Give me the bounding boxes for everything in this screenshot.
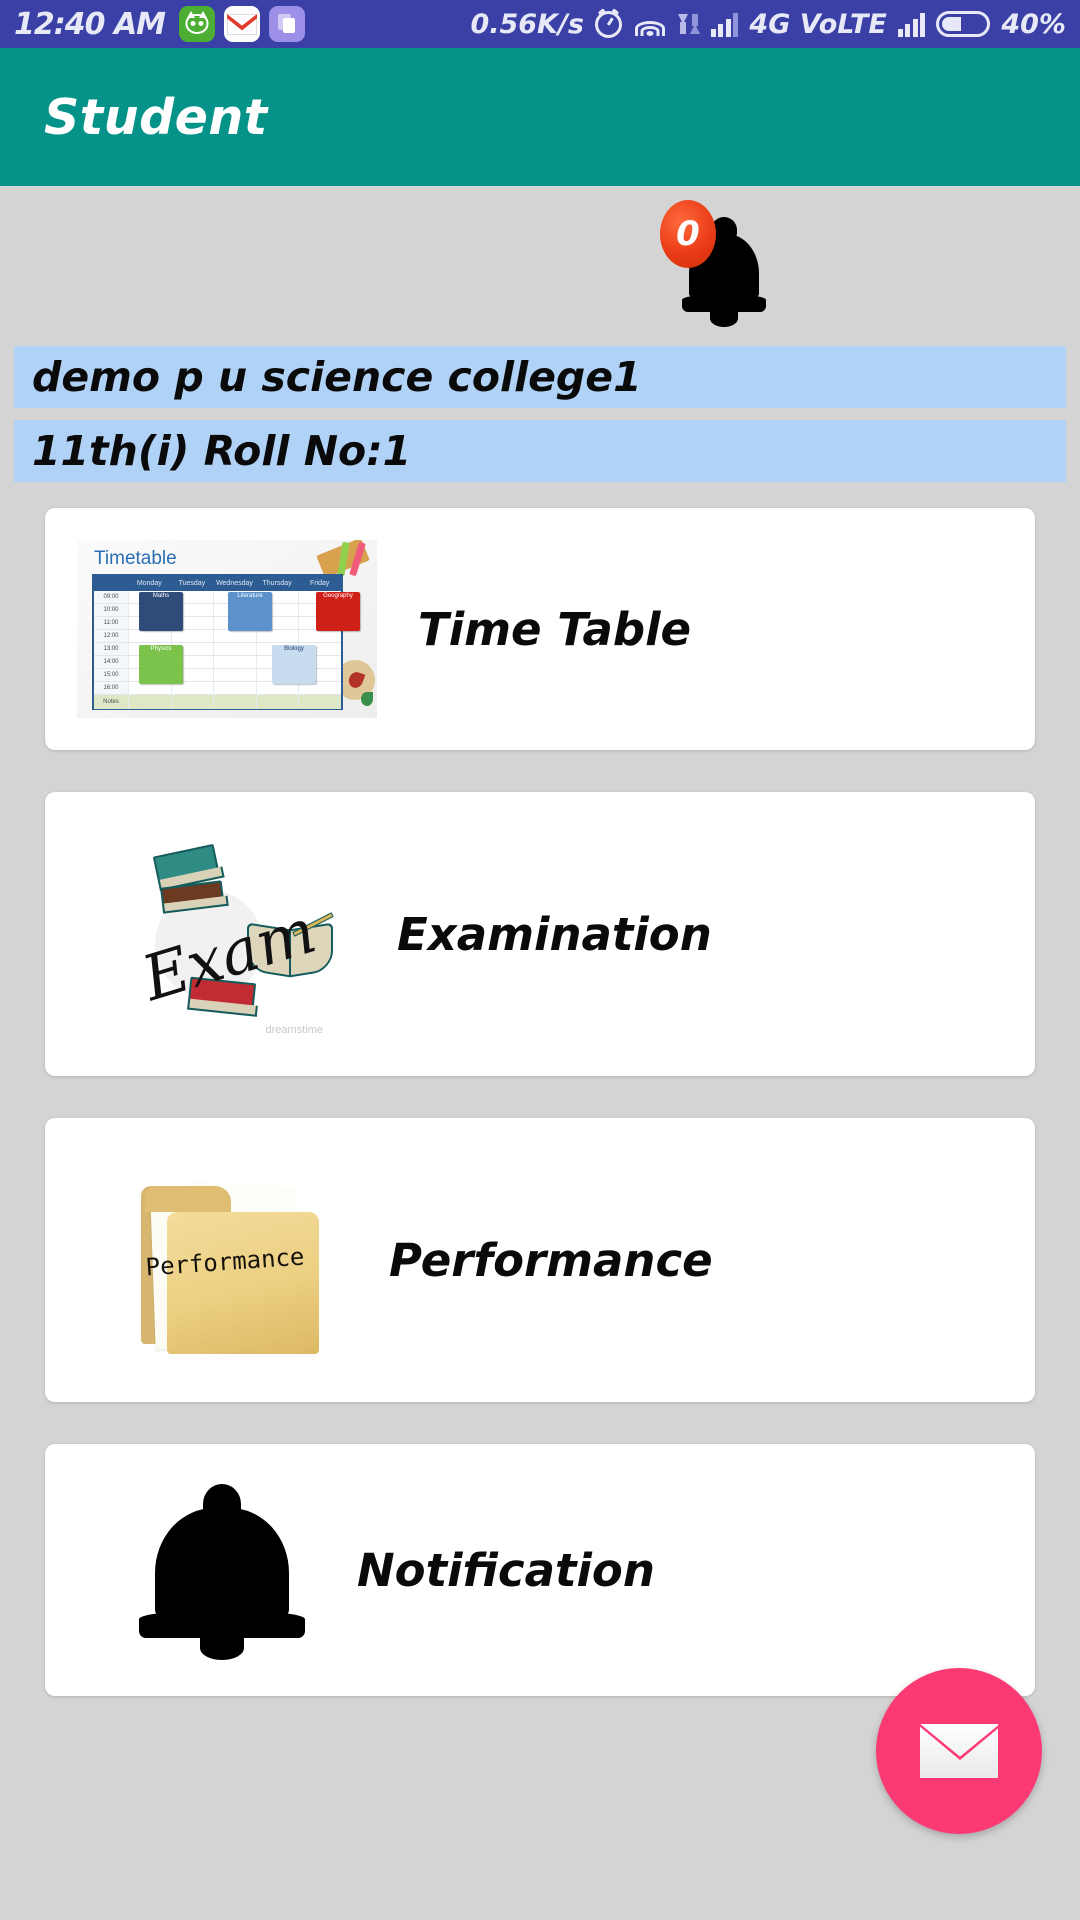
timetable-time: 12:00 <box>94 630 128 642</box>
card-examination[interactable]: Exam dreamstime Examination <box>45 792 1035 1076</box>
card-performance[interactable]: Performance Performance <box>45 1118 1035 1402</box>
timetable-subject-chip: Literature <box>228 592 272 631</box>
notification-bell-row: 0 <box>0 186 1080 346</box>
timetable-subject-chip: Biology <box>272 645 316 684</box>
card-label: Notification <box>357 1543 655 1597</box>
timetable-time: 16:00 <box>94 682 128 694</box>
network-type-text: 4G VoLTE <box>749 8 887 40</box>
wifi-icon <box>633 11 667 37</box>
card-label: Examination <box>397 907 712 961</box>
status-app-icons <box>179 6 306 42</box>
exam-art-credit: dreamstime <box>265 1024 323 1036</box>
signal-icon-2 <box>897 11 926 37</box>
timetable-subject-chip: Physics <box>139 645 183 684</box>
card-label: Performance <box>389 1233 713 1287</box>
battery-icon <box>936 11 991 37</box>
timetable-subject-chip: Geography <box>316 592 360 631</box>
timetable-art-title: Timetable <box>94 548 177 569</box>
college-info-bar: demo p u science college1 <box>14 346 1066 408</box>
timetable-time: 09:00 <box>94 591 128 603</box>
gmail-icon <box>224 6 261 42</box>
timetable-subject-chip: Maths <box>139 592 183 631</box>
cat-app-icon <box>179 6 216 42</box>
bell-icon <box>137 1480 307 1660</box>
timetable-day-head <box>94 576 128 591</box>
class-and-roll: 11th(i) Roll No:1 <box>32 427 412 475</box>
card-time-table[interactable]: Timetable Monday Tuesday Wednesday Thurs… <box>45 508 1035 750</box>
notification-bell-button[interactable]: 0 <box>660 200 784 330</box>
timetable-time: 10:00 <box>94 604 128 616</box>
college-name: demo p u science college1 <box>32 353 642 401</box>
status-indicators: 0.56K/s 4G VoLTE 40% <box>470 9 1066 40</box>
status-bar: 12:40 AM 0.56K/s 4G VoLTE 40% <box>0 0 1080 48</box>
compose-message-fab[interactable] <box>876 1668 1042 1834</box>
menu-card-list: Timetable Monday Tuesday Wednesday Thurs… <box>0 494 1080 1696</box>
envelope-icon <box>918 1722 1000 1780</box>
timetable-time: 13:00 <box>94 643 128 655</box>
battery-percent-text: 40% <box>1001 8 1066 40</box>
timetable-time: 14:00 <box>94 656 128 668</box>
page-title: Student <box>44 88 268 146</box>
timetable-day-head: Thursday <box>262 580 292 587</box>
alarm-icon <box>594 10 622 38</box>
network-speed-text: 0.56K/s <box>470 8 584 40</box>
timetable-day-head: Monday <box>136 580 162 587</box>
card-notification[interactable]: Notification <box>45 1444 1035 1696</box>
exam-books-thumbnail: Exam dreamstime <box>133 834 334 1036</box>
purple-app-icon <box>269 6 306 42</box>
notification-badge: 0 <box>660 200 716 268</box>
timetable-day-head: Friday <box>309 580 330 587</box>
status-clock: 12:40 AM <box>14 6 166 42</box>
data-transfer-icon <box>677 10 700 38</box>
timetable-day-head: Wednesday <box>216 580 253 587</box>
class-info-bar: 11th(i) Roll No:1 <box>14 420 1066 482</box>
performance-folder-thumbnail: Performance <box>125 1162 325 1358</box>
timetable-notes-label: Notes <box>94 695 128 709</box>
app-bar: Student <box>0 48 1080 186</box>
timetable-time: 15:00 <box>94 669 128 681</box>
signal-icon <box>710 11 739 37</box>
timetable-day-head: Tuesday <box>178 580 206 587</box>
card-label: Time Table <box>418 602 692 656</box>
timetable-time: 11:00 <box>94 617 128 629</box>
timetable-thumbnail: Timetable Monday Tuesday Wednesday Thurs… <box>77 540 377 718</box>
